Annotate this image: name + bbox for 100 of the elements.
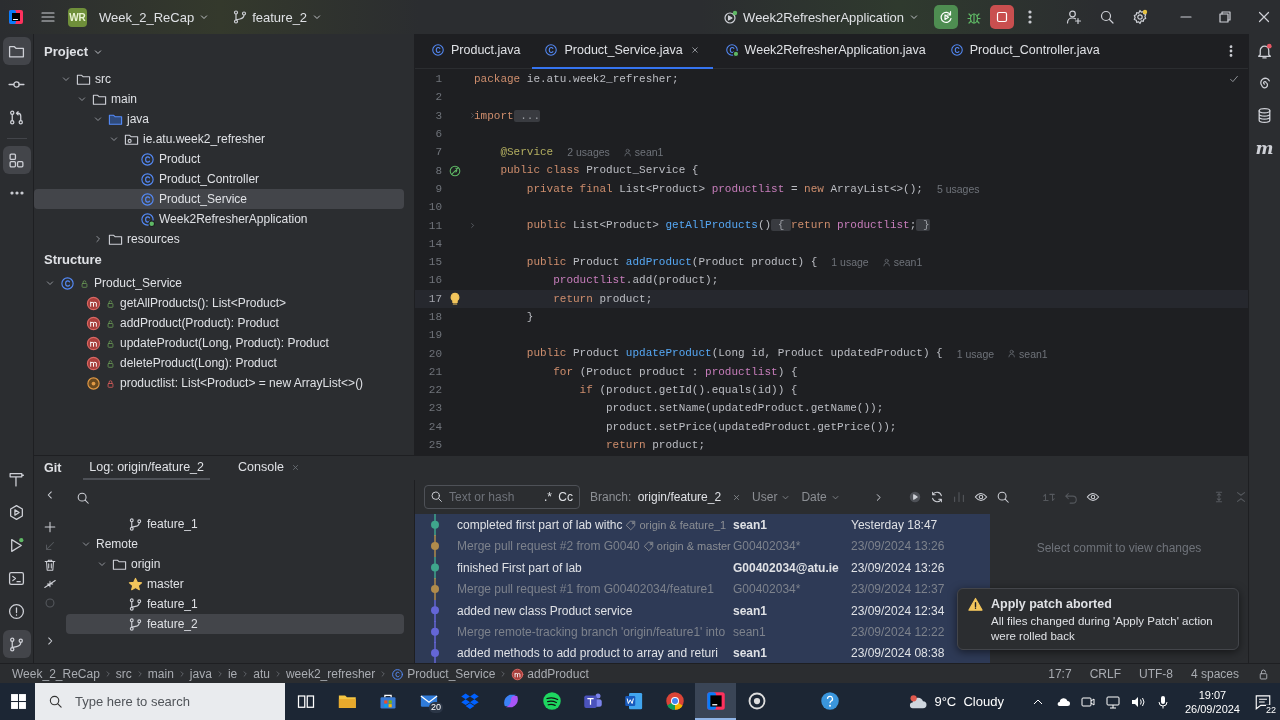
caret-position[interactable]: 17:7 <box>1048 667 1072 681</box>
line-separator[interactable]: CRLF <box>1089 667 1121 681</box>
commit-message[interactable]: completed first part of lab withc <box>457 518 623 532</box>
line-number: 23 <box>427 402 442 415</box>
commit-message[interactable]: finished First part of lab <box>457 560 582 575</box>
line-number: 8 <box>434 164 442 177</box>
line-number: 2 <box>434 91 442 104</box>
breadcrumb[interactable]: src <box>115 667 132 681</box>
indent-setting[interactable]: 4 spaces <box>1190 667 1239 681</box>
code-line: import ... <box>474 108 540 124</box>
line-number: 11 <box>427 219 442 232</box>
branch-item[interactable]: feature_1 <box>147 517 198 531</box>
author-hint[interactable]: sean1 <box>1008 347 1048 360</box>
commit-date: 23/09/2024 12:37 <box>851 582 945 597</box>
commit-message[interactable]: added methods to add product to array and returi <box>457 646 718 661</box>
tree-item[interactable]: Product <box>159 152 201 166</box>
mail-taskbar-button[interactable]: 20 <box>408 683 449 720</box>
breadcrumb[interactable]: addProduct <box>527 667 589 681</box>
tree-item[interactable]: Week2RefresherApplication <box>159 212 308 226</box>
line-number: 9 <box>434 182 442 195</box>
unread-badge: 20 <box>429 702 443 713</box>
structure-item[interactable]: Product_Service <box>94 276 183 290</box>
maven-tool-button[interactable]: m <box>1255 139 1274 157</box>
user-filter[interactable]: User <box>752 490 792 504</box>
breadcrumb[interactable]: week2_refresher <box>285 667 376 681</box>
line-number: 17 <box>427 292 442 305</box>
structure-item[interactable]: productlist: List<Product> = new ArrayList<>() <box>120 376 364 390</box>
line-number: 15 <box>427 256 442 269</box>
structure-item[interactable]: updateProduct(Long, Product): Product <box>120 336 329 350</box>
clock-time[interactable]: 19:07 <box>1198 687 1227 702</box>
tree-item[interactable]: src <box>95 72 111 86</box>
editor-tab[interactable]: Product_Controller.java <box>937 34 1112 69</box>
editor-tab[interactable]: Product.java <box>419 34 533 69</box>
tree-item[interactable]: Product_Service <box>159 192 248 206</box>
editor-tab[interactable]: Product_Service.java <box>532 34 713 69</box>
line-number: 25 <box>427 439 442 452</box>
commit-author: sean1 <box>733 624 766 639</box>
usages-hint[interactable]: 1 usage <box>956 347 995 360</box>
branch-item[interactable]: origin <box>131 557 161 571</box>
match-case-toggle[interactable]: Cc <box>558 490 573 504</box>
notification-count: 22 <box>1266 704 1276 715</box>
code-line: public List<Product> getAllProducts() { return productlist; } <box>525 218 930 234</box>
usages-hint[interactable]: 2 usages <box>567 146 610 159</box>
breadcrumb[interactable]: Product_Service <box>407 667 496 681</box>
notification-title: Apply patch aborted <box>991 597 1113 611</box>
breadcrumb[interactable]: main <box>147 667 174 681</box>
notification-message: All files changed during 'Apply Patch' action were rolled back <box>991 614 1214 644</box>
file-encoding[interactable]: UTF-8 <box>1138 667 1173 681</box>
branch-filter[interactable]: Branch: origin/feature_2 <box>590 490 722 504</box>
structure-item[interactable]: getAllProducts(): List<Product> <box>120 296 287 310</box>
structure-item[interactable]: addProduct(Product): Product <box>120 316 279 330</box>
code-line: public Product updateProduct(Long id, Product updatedProduct) { <box>525 346 943 362</box>
line-number: 3 <box>434 109 442 122</box>
tree-item[interactable]: java <box>127 112 149 126</box>
editor-tab[interactable]: Week2RefresherApplication.java <box>712 34 938 69</box>
code-line: public class Product_Service { <box>499 163 699 179</box>
author-hint[interactable]: sean1 <box>882 256 923 269</box>
project-badge: WR <box>68 7 87 27</box>
weather-widget[interactable]: 9°C Cloudy <box>908 691 1004 712</box>
branch-item[interactable]: feature_1 <box>147 597 198 611</box>
branch-item[interactable]: Remote <box>96 537 139 551</box>
line-number: 10 <box>427 201 442 214</box>
date-filter[interactable]: Date <box>801 490 841 504</box>
branch-item[interactable]: feature_2 <box>147 617 198 631</box>
panel-tab[interactable]: Log: origin/feature_2 <box>83 456 211 480</box>
line-number: 18 <box>427 311 442 323</box>
taskbar-search-field[interactable]: Type here to search <box>35 683 285 720</box>
structure-item[interactable]: deleteProduct(Long): Product <box>120 356 277 370</box>
empty-state-text: Select commit to view changes <box>1036 541 1202 555</box>
breadcrumb[interactable]: ie <box>227 667 238 681</box>
code-line: @Service <box>499 145 554 161</box>
usages-hint[interactable]: 1 usage <box>831 256 869 269</box>
branch-label: origin & master <box>656 540 731 553</box>
commit-date: 23/09/2024 08:38 <box>851 646 945 661</box>
project-selector[interactable]: Week_2_ReCap <box>93 5 217 29</box>
author-hint[interactable]: sean1 <box>623 146 664 159</box>
branch-selector[interactable]: feature_2 <box>226 5 330 29</box>
clock-date[interactable]: 26/09/2024 <box>1184 701 1240 716</box>
code-line: product.setPrice(updatedProduct.getPrice()); <box>605 419 897 435</box>
line-number: 16 <box>427 274 442 287</box>
branch-item[interactable]: master <box>147 577 184 591</box>
regex-toggle[interactable]: .* <box>544 490 552 504</box>
breadcrumb[interactable]: Week_2_ReCap <box>12 667 100 681</box>
panel-title: Project <box>44 44 89 59</box>
usages-hint[interactable]: 5 usages <box>936 182 980 195</box>
breadcrumb[interactable]: java <box>189 667 212 681</box>
tree-item[interactable]: ie.atu.week2_refresher <box>143 132 266 146</box>
commit-message[interactable]: added new class Product service <box>457 603 633 618</box>
line-number: 14 <box>427 237 442 250</box>
line-number: 19 <box>427 329 442 342</box>
breadcrumb[interactable]: atu <box>253 667 270 681</box>
panel-tab[interactable]: Console <box>232 456 307 480</box>
tree-item[interactable]: resources <box>127 232 180 245</box>
run-configuration-selector[interactable]: Week2RefresherApplication <box>717 5 926 29</box>
tree-item[interactable]: Product_Controller <box>159 172 260 186</box>
line-number: 22 <box>427 384 442 397</box>
commit-author: G00402034* <box>733 539 801 554</box>
tree-item[interactable]: main <box>111 92 137 106</box>
commit-author: sean1 <box>733 646 768 661</box>
code-line: product.setName(updatedProduct.getName()); <box>605 401 884 417</box>
